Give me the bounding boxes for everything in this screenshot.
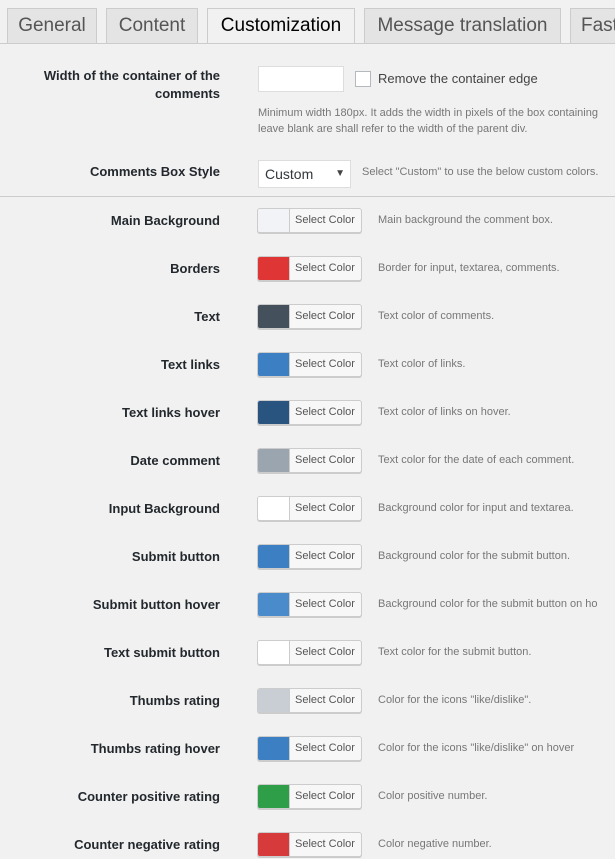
color-row-label: Text xyxy=(194,309,220,324)
color-swatch xyxy=(258,497,290,520)
select-color-button-label: Select Color xyxy=(295,646,355,658)
color-row-description: Text color of links on hover. xyxy=(378,406,511,418)
color-row-description: Color negative number. xyxy=(378,838,492,850)
color-swatch xyxy=(258,593,290,616)
select-color-button[interactable]: Select Color xyxy=(257,208,362,233)
color-row-label: Counter positive rating xyxy=(77,789,220,804)
select-color-button[interactable]: Select Color xyxy=(257,496,362,521)
color-row-description: Background color for the submit button. xyxy=(378,550,570,562)
remove-container-edge-checkbox[interactable] xyxy=(355,71,371,87)
select-color-button-label: Select Color xyxy=(295,262,355,274)
select-color-button[interactable]: Select Color xyxy=(257,832,362,857)
color-row-description: Color positive number. xyxy=(378,790,488,802)
select-color-button-label: Select Color xyxy=(295,454,355,466)
tab-customization[interactable]: Customization xyxy=(207,8,355,43)
color-row-description: Main background the comment box. xyxy=(378,214,553,226)
tab-fast[interactable]: Fast xyxy=(570,8,615,43)
select-color-button[interactable]: Select Color xyxy=(257,448,362,473)
color-row-label: Submit button xyxy=(131,549,220,564)
select-color-button-label: Select Color xyxy=(295,502,355,514)
box-style-label: Comments Box Style xyxy=(89,164,220,179)
remove-container-edge-label: Remove the container edge xyxy=(378,71,538,86)
color-row-label: Input Background xyxy=(108,501,220,516)
color-swatch xyxy=(258,401,290,424)
color-row-label: Thumbs rating hover xyxy=(90,741,220,756)
color-row-description: Color for the icons "like/dislike" on ho… xyxy=(378,742,575,754)
color-row-description: Text color for the date of each comment. xyxy=(378,454,575,466)
select-color-button-label: Select Color xyxy=(295,838,355,850)
color-row-label: Text links hover xyxy=(121,405,220,420)
color-row-description: Text color of links. xyxy=(378,358,466,370)
select-color-button-label: Select Color xyxy=(295,694,355,706)
color-swatch xyxy=(258,209,290,232)
color-row-label: Text submit button xyxy=(103,645,220,660)
color-swatch xyxy=(258,305,290,328)
color-row-label: Thumbs rating xyxy=(129,693,220,708)
container-width-label: Width of the container of the comments xyxy=(44,67,220,103)
box-style-help: Select "Custom" to use the below custom … xyxy=(362,166,599,178)
color-swatch xyxy=(258,833,290,856)
container-width-label-line2: comments xyxy=(154,86,220,101)
color-swatch xyxy=(258,689,290,712)
select-color-button-label: Select Color xyxy=(295,550,355,562)
color-swatch xyxy=(258,449,290,472)
container-width-help-line2: leave blank are shall refer to the width… xyxy=(258,123,528,135)
select-color-button[interactable]: Select Color xyxy=(257,304,362,329)
select-color-button[interactable]: Select Color xyxy=(257,736,362,761)
color-row-label: Text links xyxy=(160,357,220,372)
tab-general[interactable]: General xyxy=(7,8,97,43)
select-color-button[interactable]: Select Color xyxy=(257,640,362,665)
box-style-select[interactable]: Custom ▼ xyxy=(258,160,351,188)
color-swatch xyxy=(258,353,290,376)
select-color-button-label: Select Color xyxy=(295,214,355,226)
color-row-label: Counter negative rating xyxy=(74,837,220,852)
color-row-description: Border for input, textarea, comments. xyxy=(378,262,560,274)
select-color-button-label: Select Color xyxy=(295,790,355,802)
dropdown-arrow-icon: ▼ xyxy=(335,168,345,179)
color-row-description: Text color for the submit button. xyxy=(378,646,532,658)
select-color-button[interactable]: Select Color xyxy=(257,352,362,377)
color-swatch xyxy=(258,545,290,568)
select-color-button-label: Select Color xyxy=(295,358,355,370)
select-color-button-label: Select Color xyxy=(295,742,355,754)
select-color-button-label: Select Color xyxy=(295,598,355,610)
color-row-label: Submit button hover xyxy=(92,597,220,612)
color-swatch xyxy=(258,737,290,760)
color-row-label: Date comment xyxy=(130,453,220,468)
section-divider xyxy=(0,196,615,197)
color-row-description: Background color for the submit button o… xyxy=(378,598,598,610)
select-color-button-label: Select Color xyxy=(295,406,355,418)
color-row-label: Borders xyxy=(170,261,220,276)
container-width-label-line1: Width of the container of the xyxy=(43,68,220,83)
color-swatch xyxy=(258,257,290,280)
tab-bar: General Content Customization Message tr… xyxy=(0,0,615,44)
select-color-button[interactable]: Select Color xyxy=(257,688,362,713)
select-color-button[interactable]: Select Color xyxy=(257,544,362,569)
container-width-input[interactable] xyxy=(258,66,344,92)
color-row-description: Color for the icons "like/dislike". xyxy=(378,694,532,706)
color-swatch xyxy=(258,641,290,664)
select-color-button[interactable]: Select Color xyxy=(257,592,362,617)
box-style-selected-value: Custom xyxy=(265,166,314,182)
select-color-button[interactable]: Select Color xyxy=(257,256,362,281)
select-color-button[interactable]: Select Color xyxy=(257,400,362,425)
select-color-button[interactable]: Select Color xyxy=(257,784,362,809)
tab-content[interactable]: Content xyxy=(106,8,198,43)
color-row-description: Background color for input and textarea. xyxy=(378,502,574,514)
tab-message-translation[interactable]: Message translation xyxy=(364,8,561,43)
container-width-help-line1: Minimum width 180px. It adds the width i… xyxy=(258,107,598,119)
color-row-label: Main Background xyxy=(110,213,220,228)
select-color-button-label: Select Color xyxy=(295,310,355,322)
color-swatch xyxy=(258,785,290,808)
color-row-description: Text color of comments. xyxy=(378,310,495,322)
